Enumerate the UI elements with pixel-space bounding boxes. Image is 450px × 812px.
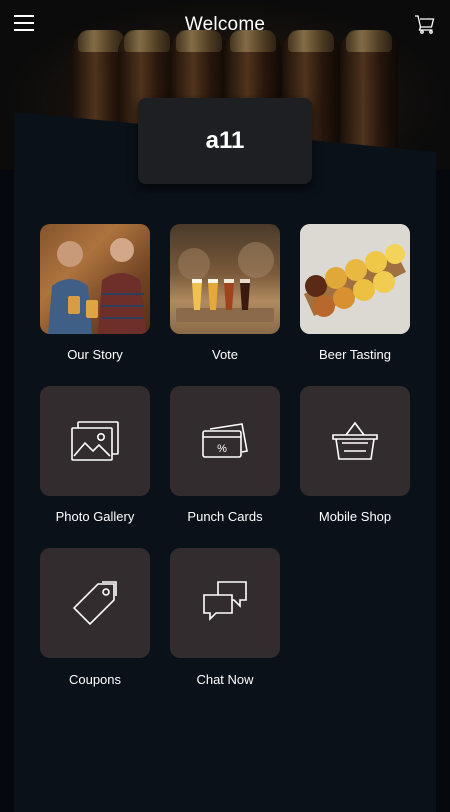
- brand-name: a11: [205, 127, 245, 154]
- tile-label-chat-now: Chat Now: [196, 672, 254, 687]
- cart-icon[interactable]: [414, 14, 436, 34]
- tile-label-beer-tasting: Beer Tasting: [318, 347, 392, 362]
- tile-label-coupons: Coupons: [68, 672, 122, 687]
- tile-photo-gallery[interactable]: [40, 386, 150, 496]
- tile-our-story[interactable]: [40, 224, 150, 334]
- tile-mobile-shop[interactable]: [300, 386, 410, 496]
- tile-label-our-story: Our Story: [67, 347, 123, 362]
- tile-punch-cards[interactable]: %: [170, 386, 280, 496]
- tile-coupons[interactable]: [40, 548, 150, 658]
- our-story-image: [40, 224, 150, 334]
- vote-image: [176, 242, 274, 322]
- basket-icon: [332, 421, 378, 460]
- svg-text:%: %: [217, 443, 227, 455]
- punch-card-icon: %: [202, 423, 248, 458]
- top-bar: Welcome: [0, 0, 450, 48]
- brand-box: a11: [138, 98, 312, 184]
- tile-label-vote: Vote: [211, 347, 239, 362]
- tile-label-mobile-shop: Mobile Shop: [318, 509, 392, 524]
- beer-tasting-image: [300, 224, 410, 334]
- tile-chat-now[interactable]: [170, 548, 280, 658]
- tile-beer-tasting[interactable]: [300, 224, 410, 334]
- tag-icon: [72, 581, 117, 626]
- tile-vote[interactable]: [170, 224, 280, 334]
- page-title: Welcome: [184, 14, 266, 35]
- image-icon: [71, 421, 119, 461]
- chat-icon: [203, 581, 247, 621]
- tile-label-photo-gallery: Photo Gallery: [55, 509, 135, 524]
- tile-label-punch-cards: Punch Cards: [187, 509, 263, 524]
